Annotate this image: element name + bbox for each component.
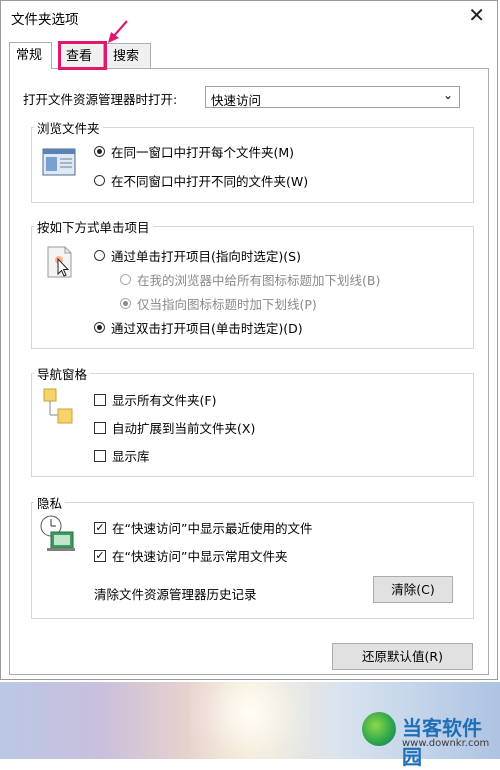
window-icon <box>42 148 76 176</box>
window-title: 文件夹选项 <box>11 12 79 28</box>
privacy-title: 隐私 <box>34 493 66 512</box>
tab-highlight-box <box>58 41 107 70</box>
light-glow <box>190 682 310 759</box>
clear-button[interactable]: 清除(C) <box>373 576 453 603</box>
checkbox-show-libraries[interactable]: 显示库 <box>94 446 150 465</box>
open-explorer-value: 快速访问 <box>211 93 262 108</box>
pointer-click-icon <box>47 246 72 278</box>
tab-search[interactable]: 搜索 <box>106 43 151 68</box>
radio-button[interactable] <box>120 274 131 285</box>
double-click-label: 通过双击打开项目(单击时选定)(D) <box>111 321 303 336</box>
radio-button[interactable] <box>94 175 105 186</box>
checkbox[interactable] <box>94 421 106 434</box>
show-libraries-label: 显示库 <box>112 449 150 464</box>
navigation-pane-title: 导航窗格 <box>34 364 91 383</box>
expand-current-label: 自动扩展到当前文件夹(X) <box>112 421 256 436</box>
radio-double-click[interactable]: 通过双击打开项目(单击时选定)(D) <box>94 318 303 337</box>
checkbox[interactable]: ✓ <box>94 521 106 534</box>
checkbox-recent-files[interactable]: ✓ 在“快速访问”中显示最近使用的文件 <box>94 518 312 537</box>
close-icon[interactable]: ✕ <box>468 3 485 27</box>
checkbox[interactable] <box>94 393 106 406</box>
watermark-url: www.downkr.com <box>402 738 490 749</box>
click-items-title: 按如下方式单击项目 <box>34 217 153 236</box>
recent-files-label: 在“快速访问”中显示最近使用的文件 <box>112 521 313 536</box>
browse-folders-title: 浏览文件夹 <box>34 118 103 137</box>
clock-history-icon <box>40 515 75 551</box>
title-bar: 文件夹选项 ✕ <box>1 1 497 35</box>
pointer-arrow-icon <box>108 20 128 43</box>
radio-underline-always[interactable]: 在我的浏览器中给所有图标标题加下划线(B) <box>120 270 380 289</box>
radio-new-window[interactable]: 在不同窗口中打开不同的文件夹(W) <box>94 171 308 190</box>
radio-button[interactable] <box>120 298 131 309</box>
chevron-down-icon: ⌄ <box>442 88 453 102</box>
clear-history-label: 清除文件资源管理器历史记录 <box>94 587 257 602</box>
checkbox[interactable] <box>94 449 106 462</box>
folder-options-dialog: 文件夹选项 ✕ 常规 查看 搜索 打开文件资源管理器时打开: 快速访问 ⌄ 浏览… <box>0 0 498 680</box>
open-explorer-select[interactable]: 快速访问 ⌄ <box>205 86 460 108</box>
frequent-folders-label: 在“快速访问”中显示常用文件夹 <box>112 549 288 564</box>
new-window-label: 在不同窗口中打开不同的文件夹(W) <box>111 174 309 189</box>
restore-defaults-button[interactable]: 还原默认值(R) <box>332 643 473 670</box>
tab-general[interactable]: 常规 <box>9 42 52 69</box>
radio-button[interactable] <box>94 146 105 157</box>
folder-tree-icon <box>43 388 73 424</box>
open-explorer-label: 打开文件资源管理器时打开: <box>23 92 178 107</box>
checkbox-expand-current[interactable]: 自动扩展到当前文件夹(X) <box>94 418 255 437</box>
checkbox-show-all-folders[interactable]: 显示所有文件夹(F) <box>94 390 216 409</box>
checkbox[interactable]: ✓ <box>94 549 106 562</box>
radio-single-click[interactable]: 通过单击打开项目(指向时选定)(S) <box>94 246 301 265</box>
site-logo-icon <box>362 712 396 746</box>
checkbox-frequent-folders[interactable]: ✓ 在“快速访问”中显示常用文件夹 <box>94 546 287 565</box>
underline-hover-label: 仅当指向图标标题时加下划线(P) <box>137 297 317 312</box>
radio-button[interactable] <box>94 322 105 333</box>
radio-underline-hover[interactable]: 仅当指向图标标题时加下划线(P) <box>120 294 317 313</box>
radio-button[interactable] <box>94 250 105 261</box>
show-all-folders-label: 显示所有文件夹(F) <box>112 393 217 408</box>
browse-folders-group: 浏览文件夹 <box>31 118 474 203</box>
single-click-label: 通过单击打开项目(指向时选定)(S) <box>111 249 301 264</box>
underline-always-label: 在我的浏览器中给所有图标标题加下划线(B) <box>137 273 381 288</box>
same-window-label: 在同一窗口中打开每个文件夹(M) <box>111 145 295 160</box>
radio-same-window[interactable]: 在同一窗口中打开每个文件夹(M) <box>94 142 294 161</box>
